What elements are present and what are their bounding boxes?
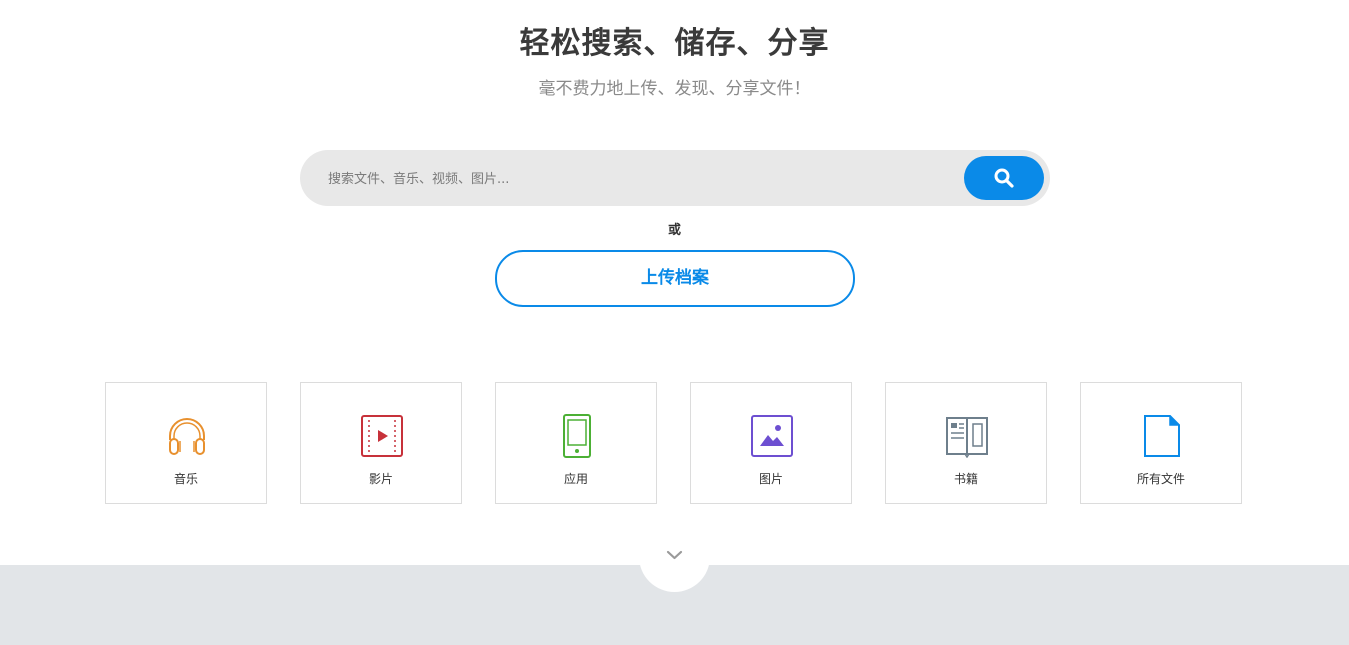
category-label: 所有文件: [1136, 472, 1185, 486]
search-bar: [300, 150, 1050, 208]
image-icon: [751, 415, 793, 457]
search-icon: [994, 168, 1014, 188]
search-button[interactable]: [964, 156, 1044, 200]
category-label: 图片: [758, 472, 783, 486]
book-icon: [946, 417, 988, 458]
headphones-icon: [169, 418, 205, 455]
category-books[interactable]: 书籍: [885, 382, 1047, 504]
page-subtitle: 毫不费力地上传、发现、分享文件！: [538, 79, 811, 99]
scroll-down-button[interactable]: [639, 521, 710, 592]
search-input[interactable]: [326, 150, 950, 208]
film-icon: [361, 415, 403, 457]
category-label: 音乐: [173, 472, 198, 486]
upload-button[interactable]: 上传档案: [495, 250, 855, 307]
category-music[interactable]: 音乐: [105, 382, 267, 504]
category-images[interactable]: 图片: [690, 382, 852, 504]
category-label: 应用: [563, 472, 588, 486]
chevron-down-icon: [666, 550, 683, 560]
page-title: 轻松搜索、储存、分享: [519, 26, 830, 61]
category-label: 书籍: [953, 472, 978, 486]
category-label: 影片: [368, 472, 393, 486]
file-icon: [1144, 415, 1180, 457]
category-apps[interactable]: 应用: [495, 382, 657, 504]
or-divider: 或: [667, 223, 681, 238]
category-video[interactable]: 影片: [300, 382, 462, 504]
mobile-icon: [563, 414, 591, 458]
category-all-files[interactable]: 所有文件: [1080, 382, 1242, 504]
